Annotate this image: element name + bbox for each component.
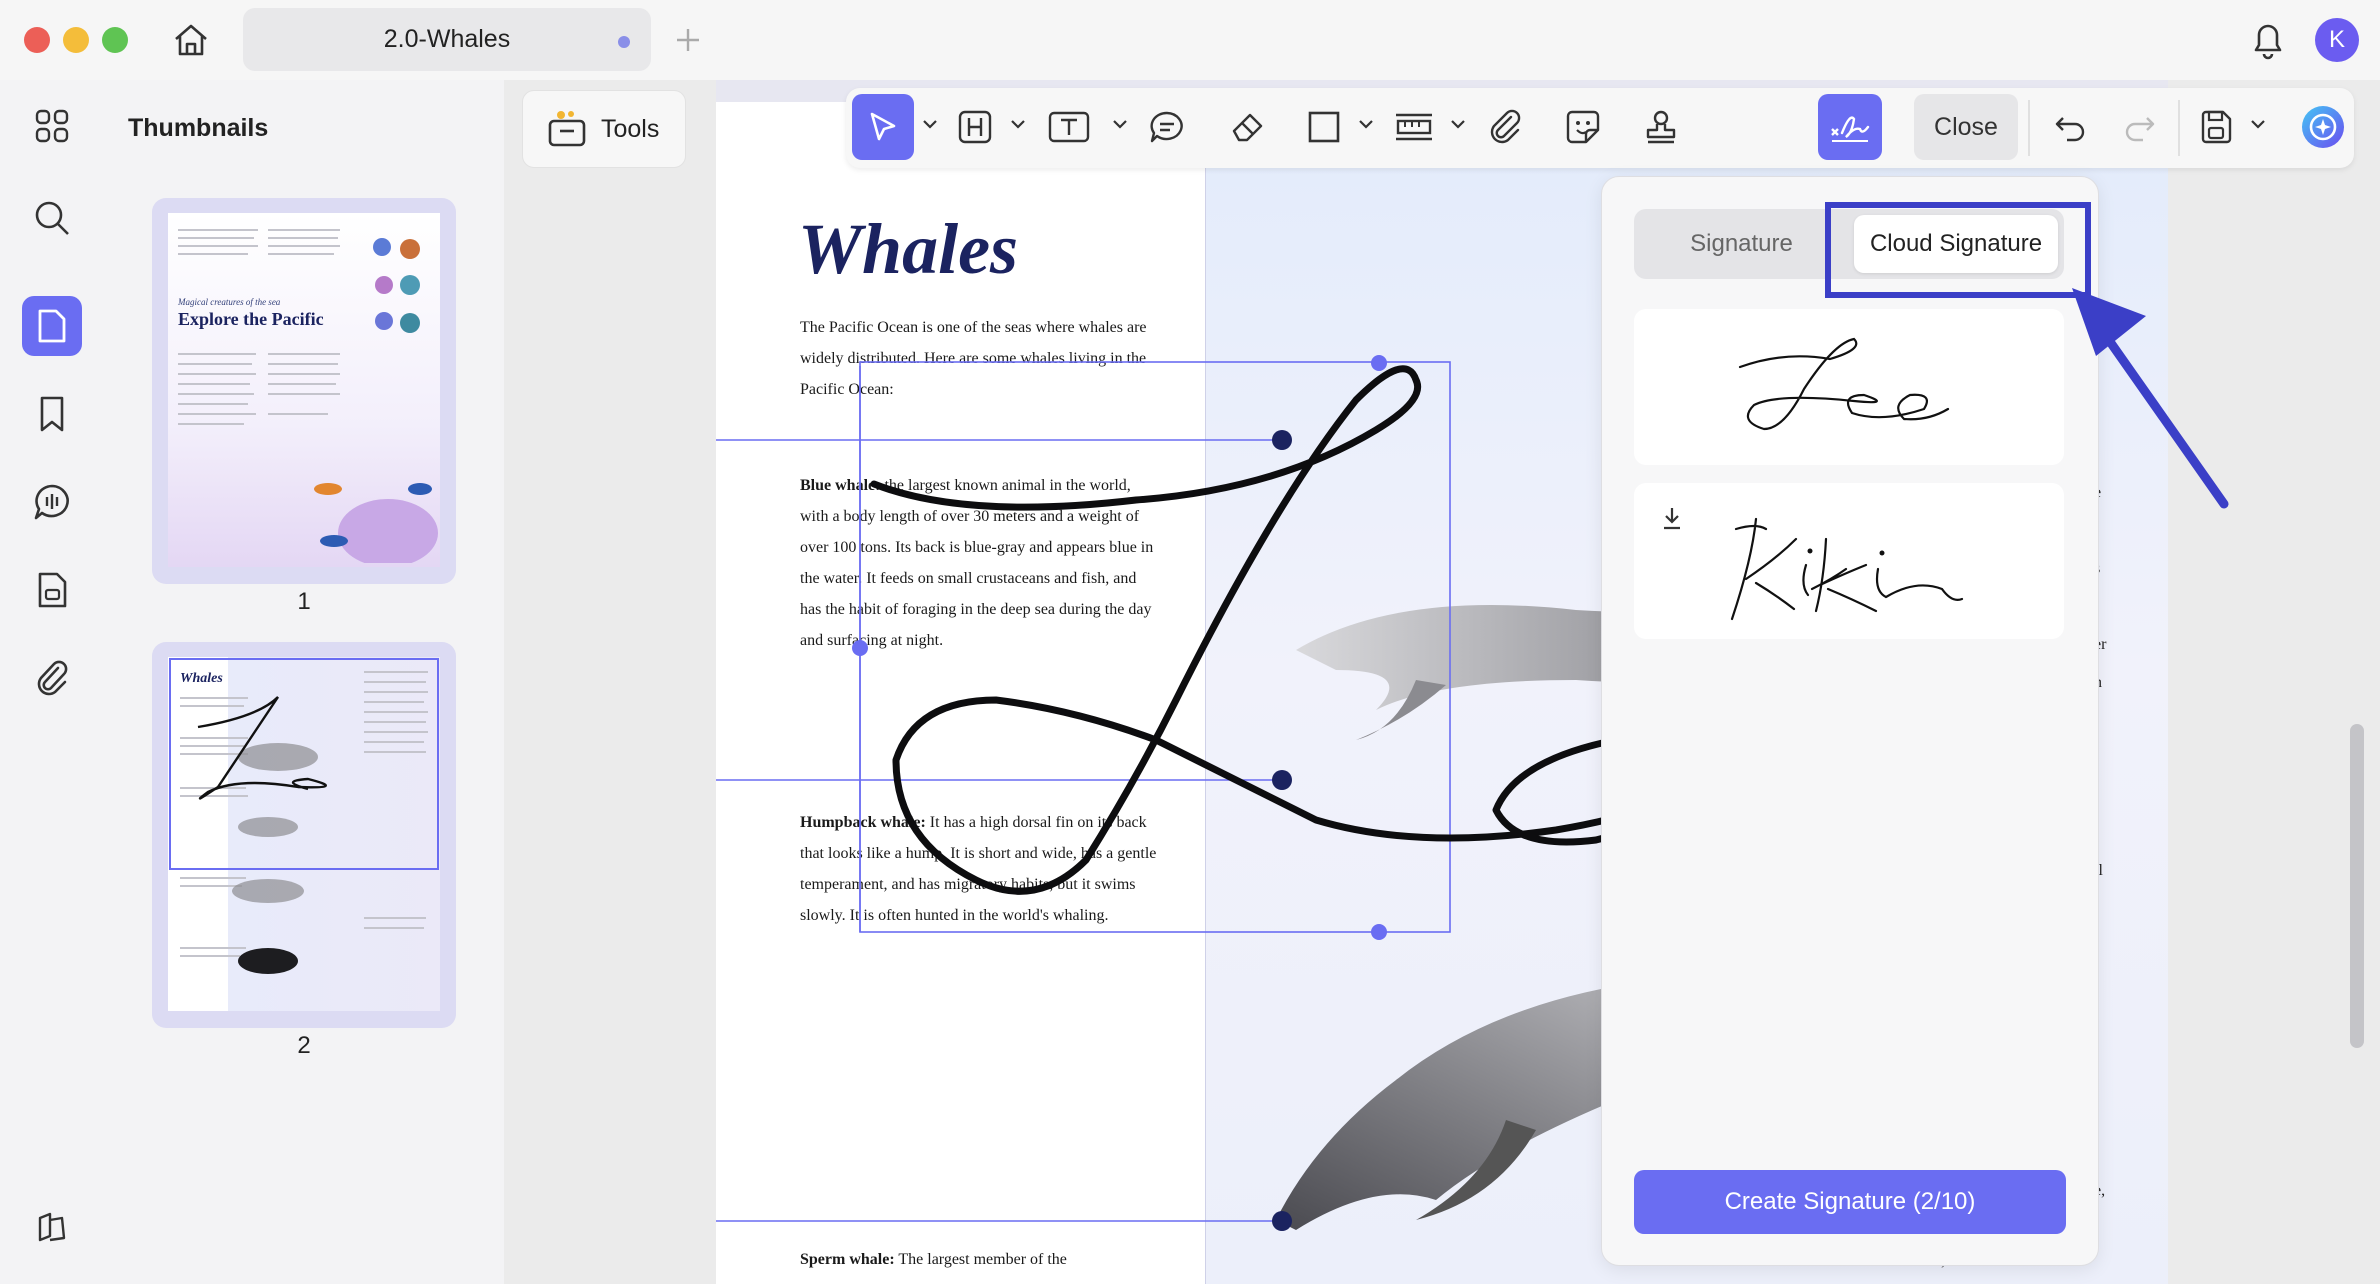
signature-card-kiki[interactable]: Kiki [1634,483,2064,639]
toolbar-divider [2178,100,2180,156]
signature-image-leo [1734,329,1964,449]
vertical-scrollbar[interactable] [2350,724,2364,1048]
chevron-down-icon[interactable] [1010,118,1026,130]
tools-label: Tools [601,115,660,143]
close-button[interactable]: Close [1914,94,2018,160]
ai-assistant-icon[interactable] [2300,104,2346,150]
bookmark-icon[interactable] [22,384,82,444]
form-icon[interactable] [22,560,82,620]
chevron-down-icon[interactable] [2250,118,2266,130]
zoom-window-button[interactable] [102,27,128,53]
thumbnail-preview: Whales [168,657,440,1011]
signature-tool[interactable] [1818,94,1882,160]
toolbar-divider [2028,100,2030,156]
tab-title: 2.0-Whales [383,25,511,53]
attachment-icon[interactable] [22,648,82,708]
sea-illustration [288,453,438,563]
thumbnails-title: Thumbnails [128,114,269,142]
left-rail [0,80,105,1284]
save-icon[interactable] [2188,94,2244,160]
measure-tool[interactable] [1382,94,1446,160]
thumbnail-heading: Explore the Pacific [178,309,324,329]
signature-name: Kiki [1634,483,1635,484]
create-signature-button[interactable]: Create Signature (2/10) [1634,1170,2066,1234]
search-icon[interactable] [22,188,82,248]
document-tab[interactable]: 2.0-Whales [243,8,651,71]
chevron-down-icon[interactable] [922,118,938,130]
tab-signature[interactable]: Signature [1634,209,1849,279]
redo-icon[interactable] [2112,94,2168,160]
page-number-2: 2 [297,1032,311,1059]
chevron-down-icon[interactable] [1112,118,1128,130]
unsaved-indicator [618,36,630,48]
rectangle-tool[interactable] [1296,94,1352,160]
tools-button[interactable]: Tools [522,90,686,168]
signature-image-kiki [1716,499,1976,629]
comment-tool[interactable] [1136,94,1198,160]
thumbnail-preview: Magical creatures of the sea Explore the… [168,213,440,567]
chevron-down-icon[interactable] [1358,118,1374,130]
avatar[interactable]: K [2315,18,2359,62]
eraser-tool[interactable] [1216,94,1278,160]
thumbnail-subtitle: Magical creatures of the sea [178,297,281,307]
attachment-icon[interactable] [1474,94,1536,160]
thumbnails-panel: Thumbnails Magical creatures of the sea … [104,80,505,1284]
select-tool[interactable] [852,94,914,160]
callout-highlight-box [1825,202,2091,298]
signature-name: Leo [1634,309,1635,310]
theme-icon[interactable] [22,1198,82,1258]
plus-icon[interactable] [674,26,702,54]
thumbnail-page-2[interactable]: Whales [152,642,456,1028]
thumbnail-signature-overlay [168,657,440,1011]
coral-illustration [368,233,428,343]
signature-card-leo[interactable]: Leo [1634,309,2064,465]
page-icon[interactable] [22,296,82,356]
close-window-button[interactable] [24,27,50,53]
toolbox-icon [547,109,587,149]
stamp-tool[interactable] [1630,94,1692,160]
bell-icon[interactable] [2250,18,2286,62]
edit-toolbar: Close [846,88,2354,168]
download-icon[interactable] [1660,505,1684,531]
title-bar: 2.0-Whales K [0,0,2380,81]
grid-icon[interactable] [22,96,82,156]
thumbnail-page-1[interactable]: Magical creatures of the sea Explore the… [152,198,456,584]
minimize-window-button[interactable] [63,27,89,53]
chevron-down-icon[interactable] [1450,118,1466,130]
highlight-tool[interactable] [946,94,1004,160]
sticker-tool[interactable] [1552,94,1614,160]
comment-icon[interactable] [22,472,82,532]
home-icon[interactable] [171,20,211,60]
undo-icon[interactable] [2042,94,2098,160]
callout-arrow [2060,280,2240,520]
signature-panel: Signature Cloud Signature Leo Kiki Creat… [1601,176,2099,1266]
text-box-tool[interactable] [1032,94,1106,160]
page-number-1: 1 [297,588,311,615]
